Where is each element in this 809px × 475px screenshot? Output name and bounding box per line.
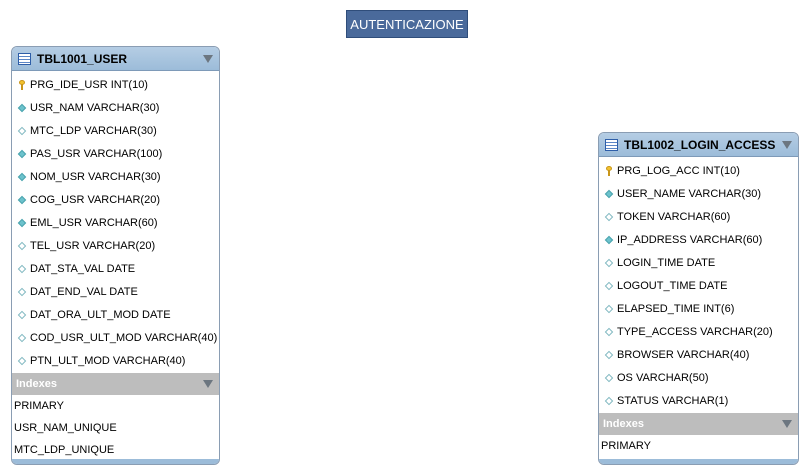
hollow-diamond-icon [15,354,29,368]
column-row[interactable]: DAT_STA_VAL DATE [12,257,219,280]
column-row[interactable]: COD_USR_ULT_MOD VARCHAR(40) [12,326,219,349]
column-label: IP_ADDRESS VARCHAR(60) [617,233,763,246]
hollow-diamond-icon [602,348,616,362]
column-label: MTC_LDP VARCHAR(30) [30,124,157,137]
column-row[interactable]: STATUS VARCHAR(1) [599,389,798,412]
index-list: PRIMARY USR_NAM_UNIQUE MTC_LDP_UNIQUE [12,395,219,461]
table-name: TBL1001_USER [37,51,128,66]
hollow-diamond-icon [15,239,29,253]
column-label: USR_NAM VARCHAR(30) [30,101,160,114]
column-row[interactable]: LOGIN_TIME DATE [599,251,798,274]
collapse-arrow-icon[interactable] [782,420,792,428]
indexes-header[interactable]: Indexes [12,373,219,395]
table-header[interactable]: TBL1002_LOGIN_ACCESS [599,133,798,157]
column-row[interactable]: DAT_END_VAL DATE [12,280,219,303]
index-list: PRIMARY [599,435,798,457]
hollow-diamond-icon [602,325,616,339]
hollow-diamond-icon [15,285,29,299]
column-label: NOM_USR VARCHAR(30) [30,170,161,183]
table-tbl1001-user[interactable]: TBL1001_USER PRG_IDE_USR INT(10) USR_NAM … [11,46,220,465]
column-row[interactable]: BROWSER VARCHAR(40) [599,343,798,366]
hollow-diamond-icon [602,371,616,385]
column-row[interactable]: USR_NAM VARCHAR(30) [12,96,219,119]
column-list: PRG_IDE_USR INT(10) USR_NAM VARCHAR(30) MT… [12,71,219,372]
filled-diamond-icon [15,147,29,161]
column-row[interactable]: TOKEN VARCHAR(60) [599,205,798,228]
column-row[interactable]: PRG_IDE_USR INT(10) [12,73,219,96]
column-row[interactable]: PRG_LOG_ACC INT(10) [599,159,798,182]
index-row[interactable]: PRIMARY [599,435,798,457]
column-row[interactable]: ELAPSED_TIME INT(6) [599,297,798,320]
indexes-label: Indexes [16,378,57,390]
filled-diamond-icon [15,101,29,115]
collapse-arrow-icon[interactable] [203,54,213,63]
column-row[interactable]: PTN_ULT_MOD VARCHAR(40) [12,349,219,372]
column-label: LOGOUT_TIME DATE [617,279,728,292]
indexes-label: Indexes [603,418,644,430]
column-row[interactable]: MTC_LDP VARCHAR(30) [12,119,219,142]
column-row[interactable]: LOGOUT_TIME DATE [599,274,798,297]
collapse-arrow-icon[interactable] [203,380,213,388]
column-row[interactable]: NOM_USR VARCHAR(30) [12,165,219,188]
table-name: TBL1002_LOGIN_ACCESS [624,137,776,152]
index-row[interactable]: MTC_LDP_UNIQUE [12,439,219,461]
column-label: BROWSER VARCHAR(40) [617,348,750,361]
filled-diamond-icon [602,187,616,201]
hollow-diamond-icon [602,394,616,408]
filled-diamond-icon [602,233,616,247]
column-label: DAT_STA_VAL DATE [30,262,136,275]
filled-diamond-icon [15,216,29,230]
table-footer [599,459,798,464]
column-label: PTN_ULT_MOD VARCHAR(40) [30,354,186,367]
table-tbl1002-login-access[interactable]: TBL1002_LOGIN_ACCESS PRG_LOG_ACC INT(10)… [598,132,799,465]
column-row[interactable]: TYPE_ACCESS VARCHAR(20) [599,320,798,343]
filled-diamond-icon [15,193,29,207]
table-header[interactable]: TBL1001_USER [12,47,219,71]
column-label: DAT_END_VAL DATE [30,285,138,298]
column-row[interactable]: EML_USR VARCHAR(60) [12,211,219,234]
column-label: DAT_ORA_ULT_MOD DATE [30,308,171,321]
hollow-diamond-icon [15,124,29,138]
column-label: STATUS VARCHAR(1) [617,394,729,407]
layer-label[interactable]: AUTENTICAZIONE [346,10,468,38]
column-label: COD_USR_ULT_MOD VARCHAR(40) [30,331,218,344]
table-footer [12,459,219,464]
hollow-diamond-icon [602,279,616,293]
collapse-arrow-icon[interactable] [782,140,792,149]
column-row[interactable]: TEL_USR VARCHAR(20) [12,234,219,257]
index-row[interactable]: PRIMARY [12,395,219,417]
column-label: PRG_LOG_ACC INT(10) [617,164,740,177]
column-label: PAS_USR VARCHAR(100) [30,147,163,160]
filled-diamond-icon [15,170,29,184]
column-label: TYPE_ACCESS VARCHAR(20) [617,325,773,338]
column-label: ELAPSED_TIME INT(6) [617,302,735,315]
column-row[interactable]: USER_NAME VARCHAR(30) [599,182,798,205]
hollow-diamond-icon [15,262,29,276]
column-row[interactable]: OS VARCHAR(50) [599,366,798,389]
column-label: USER_NAME VARCHAR(30) [617,187,762,200]
column-label: COG_USR VARCHAR(20) [30,193,160,206]
column-label: OS VARCHAR(50) [617,371,709,384]
table-icon [18,52,31,65]
primary-key-icon [15,78,29,92]
column-row[interactable]: IP_ADDRESS VARCHAR(60) [599,228,798,251]
column-label: PRG_IDE_USR INT(10) [30,78,148,91]
hollow-diamond-icon [602,210,616,224]
indexes-header[interactable]: Indexes [599,413,798,435]
column-row[interactable]: COG_USR VARCHAR(20) [12,188,219,211]
hollow-diamond-icon [602,256,616,270]
column-row[interactable]: DAT_ORA_ULT_MOD DATE [12,303,219,326]
column-row[interactable]: PAS_USR VARCHAR(100) [12,142,219,165]
column-label: LOGIN_TIME DATE [617,256,716,269]
column-label: EML_USR VARCHAR(60) [30,216,158,229]
hollow-diamond-icon [602,302,616,316]
column-label: TOKEN VARCHAR(60) [617,210,731,223]
column-list: PRG_LOG_ACC INT(10) USER_NAME VARCHAR(30)… [599,157,798,412]
primary-key-icon [602,164,616,178]
column-label: TEL_USR VARCHAR(20) [30,239,156,252]
hollow-diamond-icon [15,331,29,345]
index-row[interactable]: USR_NAM_UNIQUE [12,417,219,439]
hollow-diamond-icon [15,308,29,322]
table-icon [605,138,618,151]
